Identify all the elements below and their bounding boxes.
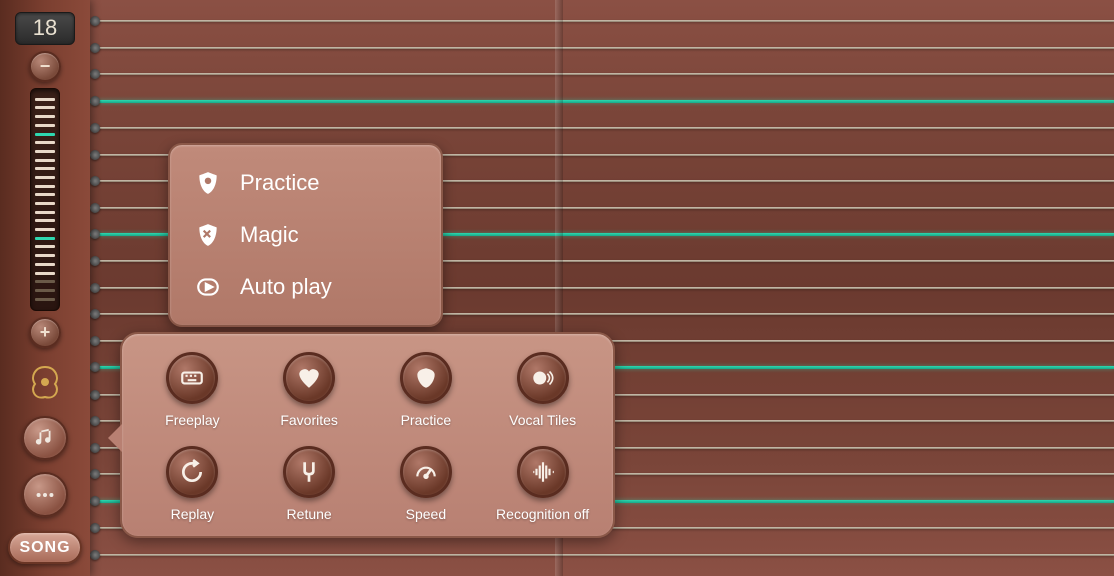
string[interactable] [90,554,1114,556]
tuning-fork-icon [296,459,322,485]
volume-tick [35,280,55,283]
volume-tick [35,185,55,188]
string[interactable] [90,47,1114,49]
music-button[interactable] [22,416,68,461]
waveform-icon [530,459,556,485]
volume-tick [35,298,55,301]
tool-freeplay[interactable]: Freeplay [134,352,251,428]
menu-item-practice[interactable]: Practice [170,157,441,209]
tool-panel: Freeplay Favorites Practice Vocal Tiles … [120,332,615,538]
tool-label: Vocal Tiles [509,412,576,428]
tool-replay[interactable]: Replay [134,446,251,522]
menu-label: Auto play [240,274,332,300]
volume-tick [35,202,55,205]
volume-tick [35,272,55,275]
replay-icon [179,459,205,485]
string-counter: 18 [15,12,75,45]
gauge-icon [413,459,439,485]
tool-label: Favorites [280,412,338,428]
volume-tick [35,263,55,266]
volume-track[interactable] [30,88,60,311]
more-button[interactable] [22,472,68,517]
volume-tick [35,228,55,231]
tool-label: Speed [406,506,446,522]
tool-practice[interactable]: Practice [368,352,485,428]
left-panel: 18 − + SONG [0,0,90,576]
dots-icon [34,484,56,506]
music-note-icon [34,427,56,449]
tool-label: Replay [171,506,215,522]
volume-tick [35,98,55,101]
volume-tick [35,141,55,144]
volume-tick [35,115,55,118]
tool-favorites[interactable]: Favorites [251,352,368,428]
volume-tick [35,289,55,292]
tool-label: Practice [401,412,452,428]
volume-tick [35,133,55,136]
tool-label: Retune [287,506,332,522]
tool-speed[interactable]: Speed [368,446,485,522]
heart-icon [296,365,322,391]
volume-tick [35,193,55,196]
ornament-decoration [15,358,75,406]
volume-tick [35,254,55,257]
volume-tick [35,245,55,248]
menu-item-magic[interactable]: Magic [170,209,441,261]
song-button[interactable]: SONG [8,531,82,564]
volume-tick [35,219,55,222]
string[interactable] [90,127,1114,129]
volume-tick [35,237,55,240]
tool-vocal-tiles[interactable]: Vocal Tiles [484,352,601,428]
menu-label: Magic [240,222,299,248]
vocal-icon [530,365,556,391]
volume-tick [35,159,55,162]
keyboard-icon [179,365,205,391]
volume-tick [35,211,55,214]
string[interactable] [90,73,1114,75]
volume-tick [35,106,55,109]
volume-tick [35,124,55,127]
string[interactable] [90,100,1114,103]
volume-tick [35,150,55,153]
tool-retune[interactable]: Retune [251,446,368,522]
tool-label: Freeplay [165,412,219,428]
minus-button[interactable]: − [29,51,61,82]
tool-recognition[interactable]: Recognition off [484,446,601,522]
shield-spark-icon [194,221,222,249]
volume-tick [35,167,55,170]
play-icon [194,273,222,301]
menu-label: Practice [240,170,319,196]
shield-icon [194,169,222,197]
volume-tick [35,176,55,179]
menu-item-autoplay[interactable]: Auto play [170,261,441,313]
tool-label: Recognition off [496,506,589,522]
plus-button[interactable]: + [29,317,61,348]
string[interactable] [90,20,1114,22]
pick-icon [413,365,439,391]
mode-menu: Practice Magic Auto play [168,143,443,327]
